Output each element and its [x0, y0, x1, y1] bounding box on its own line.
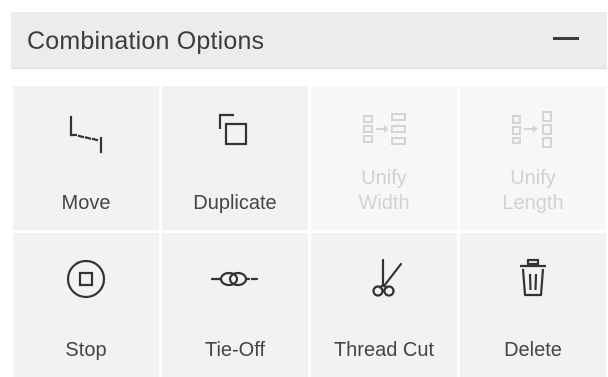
tie-off-button[interactable]: Tie-Off	[162, 233, 308, 377]
collapse-button[interactable]	[541, 22, 591, 58]
panel-title: Combination Options	[27, 27, 265, 55]
move-button[interactable]: Move	[13, 86, 159, 230]
scissors-icon	[354, 249, 414, 309]
stop-icon	[56, 249, 116, 309]
unify-length-label-line1: Unify	[510, 167, 556, 189]
duplicate-button[interactable]: Duplicate	[162, 86, 308, 230]
unify-width-label-line1: Unify	[361, 167, 407, 189]
unify-length-label-line2: Length	[502, 192, 564, 214]
thread-cut-label: Thread Cut	[333, 339, 435, 361]
minus-icon	[553, 37, 579, 40]
unify-width-label: Unify Width	[311, 166, 457, 216]
tie-off-icon	[205, 249, 265, 309]
unify-length-button[interactable]: Unify Length	[460, 86, 606, 230]
unify-width-label-line2: Width	[358, 192, 410, 214]
thread-cut-button[interactable]: Thread Cut	[311, 233, 457, 377]
unify-width-button[interactable]: Unify Width	[311, 86, 457, 230]
unify-length-label: Unify Length	[460, 166, 606, 216]
trash-icon	[503, 249, 563, 309]
delete-button[interactable]: Delete	[460, 233, 606, 377]
stop-button[interactable]: Stop	[13, 233, 159, 377]
tie-off-label: Tie-Off	[204, 339, 265, 361]
duplicate-icon	[205, 102, 265, 162]
unify-length-icon	[503, 102, 563, 162]
combination-options-panel: Combination Options Move Duplicate Unify…	[11, 12, 607, 377]
stop-label: Stop	[65, 339, 107, 361]
move-icon	[56, 102, 116, 162]
delete-label: Delete	[504, 339, 562, 361]
panel-header: Combination Options	[11, 12, 607, 69]
tool-grid: Move Duplicate Unify Width Unify Length …	[13, 86, 607, 377]
move-label: Move	[61, 192, 111, 214]
unify-width-icon	[354, 102, 414, 162]
duplicate-label: Duplicate	[193, 192, 277, 214]
